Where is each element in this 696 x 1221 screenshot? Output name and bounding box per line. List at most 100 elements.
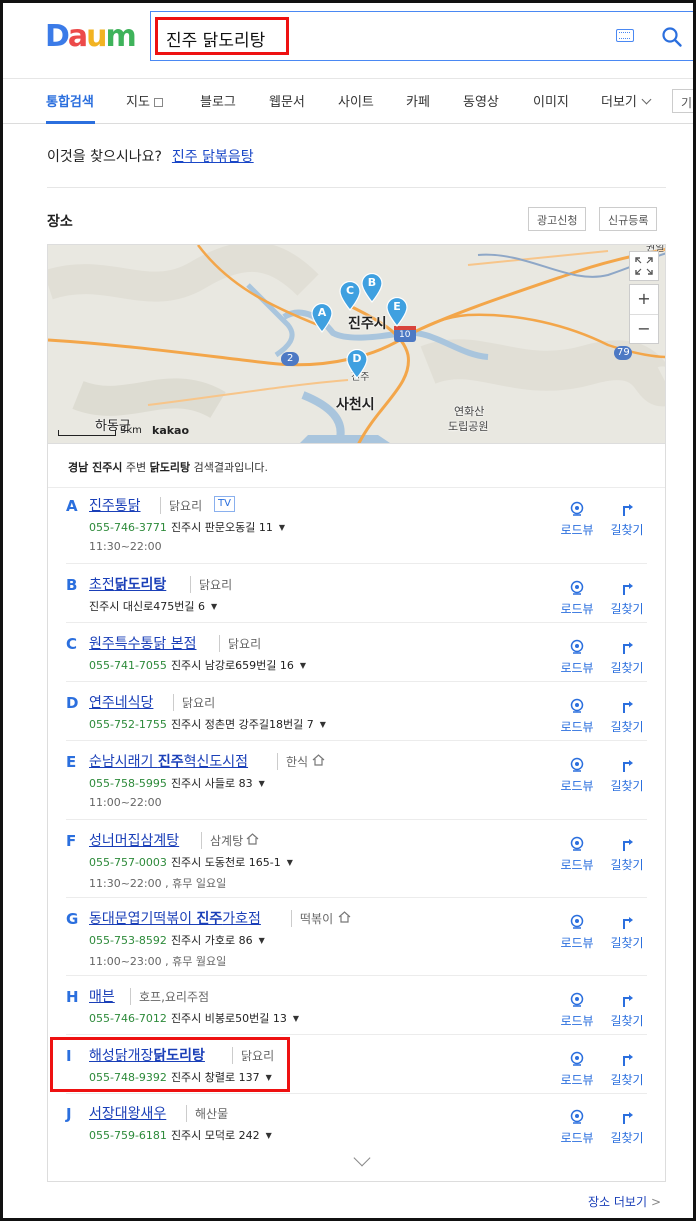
- divider: [66, 622, 647, 623]
- tab-extra[interactable]: 기: [672, 89, 696, 113]
- suggest-link[interactable]: 진주 닭볶음탕: [172, 149, 254, 165]
- result-phone[interactable]: 055-759-6181: [89, 1129, 167, 1142]
- directions-button[interactable]: 길찾기: [607, 580, 647, 617]
- search-box[interactable]: 진주 닭도리탕: [150, 11, 695, 61]
- map-pin-e[interactable]: E: [386, 297, 408, 327]
- zoom-in-button[interactable]: +: [630, 285, 658, 314]
- tab-video[interactable]: 동영상: [463, 91, 499, 110]
- result-name-link[interactable]: 연주네식당: [89, 692, 153, 712]
- tab-cafe[interactable]: 카페: [406, 91, 430, 110]
- result-contact: 055-741-7055 진주시 남강로659번길 16 ▼: [89, 657, 306, 673]
- map-pin-a[interactable]: A: [311, 303, 333, 333]
- result-name-link[interactable]: 성너머집삼계탕: [89, 830, 179, 850]
- result-phone[interactable]: 055-741-7055: [89, 659, 167, 672]
- pin-label: B: [367, 276, 377, 289]
- directions-button[interactable]: 길찾기: [607, 992, 647, 1029]
- directions-button[interactable]: 길찾기: [607, 501, 647, 538]
- result-phone[interactable]: 055-746-3771: [89, 521, 167, 534]
- chevron-down-icon: [641, 94, 652, 105]
- name-part: 가호점: [222, 911, 261, 927]
- directions-button[interactable]: 길찾기: [607, 1109, 647, 1146]
- roadview-label: 로드뷰: [560, 661, 594, 675]
- result-name-link[interactable]: 매븐: [89, 986, 115, 1006]
- roadview-button[interactable]: 로드뷰: [557, 698, 597, 735]
- divider: [66, 975, 647, 976]
- name-part: 연주네식당: [89, 695, 154, 711]
- directions-label: 길찾기: [610, 720, 644, 734]
- caret-down-icon[interactable]: ▼: [300, 661, 306, 670]
- map[interactable]: 2 10 79 진주시 사천시 하동군 연화산 도립공원 진주 권일 A B C…: [47, 244, 666, 444]
- keyboard-icon[interactable]: [616, 29, 634, 42]
- home-icon[interactable]: [312, 754, 325, 766]
- caret-down-icon[interactable]: ▼: [211, 602, 217, 611]
- result-name-link[interactable]: 서장대왕새우: [89, 1103, 166, 1123]
- tab-site[interactable]: 사이트: [338, 91, 374, 110]
- roadview-button[interactable]: 로드뷰: [557, 580, 597, 617]
- result-name-link[interactable]: 동대문엽기떡볶이 진주가호점: [89, 908, 261, 928]
- result-phone[interactable]: 055-753-8592: [89, 934, 167, 947]
- places-more-link[interactable]: 장소 더보기 >: [588, 1193, 661, 1210]
- directions-button[interactable]: 길찾기: [607, 639, 647, 676]
- directions-button[interactable]: 길찾기: [607, 1051, 647, 1088]
- roadview-button[interactable]: 로드뷰: [557, 1051, 597, 1088]
- directions-icon: [623, 995, 633, 1007]
- ad-request-button[interactable]: 광고신청: [528, 207, 587, 231]
- caret-down-icon[interactable]: ▼: [259, 936, 265, 945]
- roadview-button[interactable]: 로드뷰: [557, 501, 597, 538]
- result-name-link[interactable]: 순남시래기 진주혁신도시점: [89, 751, 248, 771]
- result-name-link[interactable]: 초전닭도리탕: [89, 574, 166, 594]
- directions-icon: [623, 1112, 633, 1124]
- search-input[interactable]: 진주 닭도리탕: [166, 26, 265, 51]
- tab-image[interactable]: 이미지: [533, 91, 569, 110]
- result-category: 한식: [277, 753, 308, 770]
- result-name-link[interactable]: 진주통닭: [89, 495, 141, 515]
- tab-map[interactable]: 지도: [126, 91, 163, 110]
- caret-down-icon[interactable]: ▼: [287, 858, 293, 867]
- result-contact: 055-753-8592 진주시 가호로 86 ▼: [89, 932, 265, 948]
- roadview-button[interactable]: 로드뷰: [557, 914, 597, 951]
- map-pin-d[interactable]: D: [346, 349, 368, 379]
- map-pin-c[interactable]: C: [339, 281, 361, 311]
- result-name-link[interactable]: 원주특수통닭 본점: [89, 633, 197, 653]
- result-phone[interactable]: 055-746-7012: [89, 1012, 167, 1025]
- zoom-out-button[interactable]: −: [630, 314, 658, 343]
- directions-button[interactable]: 길찾기: [607, 836, 647, 873]
- directions-button[interactable]: 길찾기: [607, 914, 647, 951]
- result-letter: E: [66, 753, 77, 771]
- roadview-label: 로드뷰: [560, 523, 594, 537]
- tab-integrated[interactable]: 통합검색: [46, 91, 94, 110]
- roadview-button[interactable]: 로드뷰: [557, 639, 597, 676]
- search-icon[interactable]: [661, 26, 683, 48]
- home-icon[interactable]: [338, 911, 351, 923]
- caret-down-icon[interactable]: ▼: [259, 779, 265, 788]
- result-phone[interactable]: 055-752-1755: [89, 718, 167, 731]
- tab-more[interactable]: 더보기: [601, 91, 652, 110]
- divider: [66, 1034, 647, 1035]
- map-pin-b[interactable]: B: [361, 273, 383, 303]
- tv-badge: TV: [214, 496, 235, 512]
- tab-blog[interactable]: 블로그: [200, 91, 236, 110]
- tab-more-label: 더보기: [601, 95, 637, 110]
- tab-web[interactable]: 웹문서: [269, 91, 305, 110]
- roadview-button[interactable]: 로드뷰: [557, 836, 597, 873]
- daum-logo[interactable]: Daum: [45, 19, 137, 54]
- result-phone[interactable]: 055-758-5995: [89, 777, 167, 790]
- caret-down-icon[interactable]: ▼: [279, 523, 285, 532]
- directions-button[interactable]: 길찾기: [607, 698, 647, 735]
- name-part: 초전: [89, 577, 115, 593]
- result-phone[interactable]: 055-757-0003: [89, 856, 167, 869]
- caret-down-icon[interactable]: ▼: [320, 720, 326, 729]
- directions-button[interactable]: 길찾기: [607, 757, 647, 794]
- divider: [66, 681, 647, 682]
- roadview-button[interactable]: 로드뷰: [557, 1109, 597, 1146]
- name-part: 성너머집삼계탕: [89, 833, 180, 849]
- directions-icon: [623, 760, 633, 772]
- caret-down-icon[interactable]: ▼: [293, 1014, 299, 1023]
- fullscreen-button[interactable]: [629, 251, 659, 281]
- new-register-button[interactable]: 신규등록: [599, 207, 658, 231]
- roadview-button[interactable]: 로드뷰: [557, 757, 597, 794]
- roadview-button[interactable]: 로드뷰: [557, 992, 597, 1029]
- roadview-icon: [570, 580, 584, 595]
- caret-down-icon[interactable]: ▼: [266, 1131, 272, 1140]
- home-icon[interactable]: [246, 833, 259, 845]
